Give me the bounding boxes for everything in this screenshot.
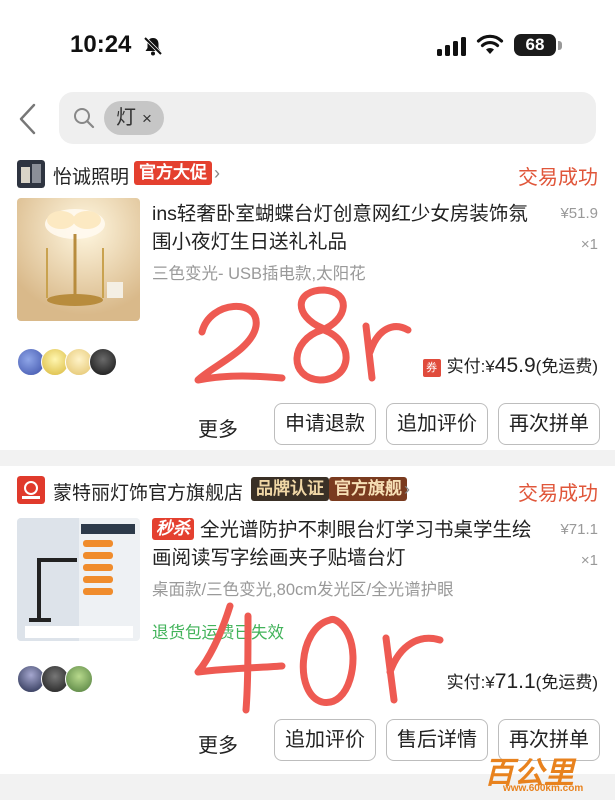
order-divider xyxy=(0,450,615,466)
product-sku: 桌面款/三色变光,80cm发光区/全光谱护眼 xyxy=(152,581,454,599)
product-image[interactable] xyxy=(17,198,140,321)
product-image[interactable] xyxy=(17,518,140,641)
product-price: ¥71.1 xyxy=(560,521,598,538)
product-quantity: ×1 xyxy=(580,552,598,569)
chevron-right-icon[interactable]: › xyxy=(404,479,410,500)
status-time: 10:24 xyxy=(70,31,132,58)
paid-currency: ¥ xyxy=(485,673,495,692)
more-button[interactable]: 更多 xyxy=(198,729,238,758)
wifi-icon xyxy=(476,34,504,54)
search-input[interactable]: 灯 × xyxy=(59,92,596,144)
request-refund-button[interactable]: 申请退款 xyxy=(274,403,376,445)
return-shipping-note: 退货包运费已失效 xyxy=(152,624,284,642)
add-review-button[interactable]: 追加评价 xyxy=(386,403,488,445)
order-status: 交易成功 xyxy=(518,483,598,505)
chevron-right-icon[interactable]: › xyxy=(214,163,220,184)
add-review-button[interactable]: 追加评价 xyxy=(274,719,376,761)
product-price: ¥51.9 xyxy=(560,205,598,222)
shop-logo[interactable] xyxy=(17,476,45,504)
reorder-button[interactable]: 再次拼单 xyxy=(498,403,600,445)
search-keyword: 灯 xyxy=(116,107,136,129)
battery-tip xyxy=(558,41,562,50)
shop-name[interactable]: 蒙特丽灯饰官方旗舰店 xyxy=(53,478,243,505)
order-status: 交易成功 xyxy=(518,167,598,189)
shipping-note: (免运费) xyxy=(535,673,598,692)
bell-muted-icon xyxy=(143,36,163,56)
shipping-note: (免运费) xyxy=(535,357,598,376)
watermark-url: www.600km.com xyxy=(503,783,584,794)
promo-badge: 官方大促 xyxy=(134,161,212,185)
order-card[interactable]: 蒙特丽灯饰官方旗舰店 品牌认证 官方旗舰 › 交易成功 秒杀 全光谱防护不刺眼台灯… xyxy=(0,466,615,774)
flash-sale-tag: 秒杀 xyxy=(152,518,194,540)
product-title-text: 全光谱防护不刺眼台灯学习书桌学生绘画阅读写字绘画夹子贴墙台灯 xyxy=(152,519,532,569)
shop-name[interactable]: 怡诚照明 xyxy=(53,162,129,189)
official-flagship-badge: 官方旗舰 xyxy=(329,477,407,501)
order-card[interactable]: 怡诚照明 官方大促 › 交易成功 ins轻奢卧室蝴蝶台灯创意网红少女房装饰氛围小… xyxy=(0,150,615,450)
product-title[interactable]: 秒杀 全光谱防护不刺眼台灯学习书桌学生绘画阅读写字绘画夹子贴墙台灯 xyxy=(152,516,536,572)
paid-label: 实付: xyxy=(446,357,486,376)
search-row: 灯 × xyxy=(0,92,615,150)
paid-value: 71.1 xyxy=(494,670,536,693)
status-bar: 10:24 68 xyxy=(0,0,615,92)
avatar xyxy=(89,348,117,376)
after-sales-details-button[interactable]: 售后详情 xyxy=(386,719,488,761)
product-sku: 三色变光- USB插电款,太阳花 xyxy=(152,265,366,283)
brand-certified-badge: 品牌认证 xyxy=(251,477,329,501)
product-quantity: ×1 xyxy=(580,236,598,253)
avatar xyxy=(65,665,93,693)
more-button[interactable]: 更多 xyxy=(198,413,238,442)
paid-currency: ¥ xyxy=(485,357,495,376)
cellular-signal-icon xyxy=(437,37,466,56)
back-arrow-icon[interactable] xyxy=(14,102,42,136)
shop-logo[interactable] xyxy=(17,160,45,188)
battery-indicator: 68 xyxy=(514,34,556,56)
search-icon xyxy=(74,108,95,129)
paid-label: 实付: xyxy=(446,673,486,692)
coupon-icon: 券 xyxy=(422,359,441,377)
paid-amount: 券实付:¥45.9(免运费) xyxy=(422,352,598,378)
paid-amount: 实付:¥71.1(免运费) xyxy=(447,668,598,694)
product-title[interactable]: ins轻奢卧室蝴蝶台灯创意网红少女房装饰氛围小夜灯生日送礼礼品 xyxy=(152,200,536,256)
search-keyword-chip[interactable]: 灯 × xyxy=(104,101,164,135)
paid-value: 45.9 xyxy=(494,354,536,377)
chip-close-icon[interactable]: × xyxy=(142,109,152,128)
